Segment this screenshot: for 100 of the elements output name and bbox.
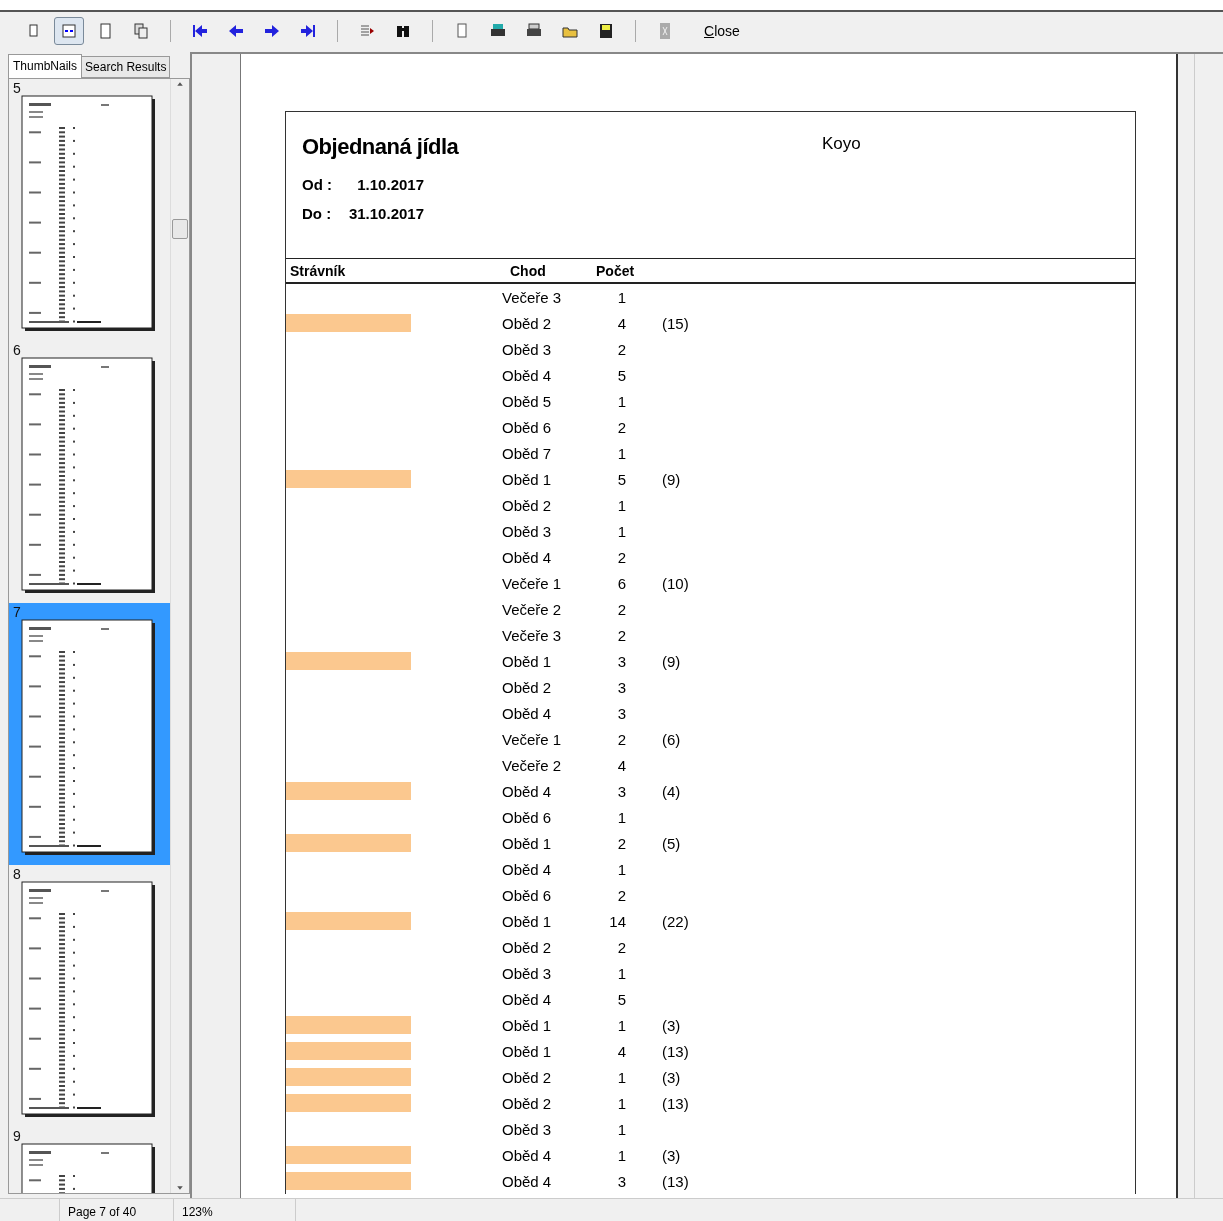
table-cell-text: (13) <box>661 1172 690 1190</box>
table-cell-text: 3 <box>616 652 627 670</box>
table-cell-text: Oběd 4 <box>501 782 553 800</box>
table-cell-text: Oběd 4 <box>501 1146 553 1164</box>
table-cell-text: Oběd 2 <box>501 678 553 696</box>
table-cell-text: 4 <box>616 314 627 332</box>
table-cell-text: 1 <box>616 444 627 462</box>
table-cell-text: (15) <box>661 314 690 332</box>
page-number: 8 <box>13 867 22 881</box>
table-cell-text: 2 <box>616 340 627 358</box>
table-cell-text: 1 <box>616 1120 627 1138</box>
page-thumbnail[interactable] <box>21 95 157 333</box>
table-cell-text: 2 <box>616 886 627 904</box>
table-cell-text: Oběd 4 <box>501 548 553 566</box>
table-cell-text: Oběd 6 <box>501 808 553 826</box>
table-cell-text: Oběd 1 <box>501 912 553 930</box>
table-cell-text: 2 <box>616 938 627 956</box>
table-cell-text: 1 <box>616 496 627 514</box>
table-cell-text: Oběd 2 <box>501 938 553 956</box>
page-thumbnail[interactable] <box>21 357 157 595</box>
thumbnail-item[interactable]: 7 <box>9 603 170 865</box>
table-cell-text: 3 <box>616 782 627 800</box>
table-cell-text: (13) <box>661 1042 690 1060</box>
view-mode-button[interactable] <box>54 17 84 45</box>
table-cell-text: 1 <box>616 288 627 306</box>
table-cell-text: Oběd 1 <box>501 652 553 670</box>
panel-tab[interactable]: Search Results <box>81 56 171 78</box>
table-cell-text: Oběd 4 <box>501 860 553 878</box>
page-number: 9 <box>13 1129 22 1143</box>
panel-tab[interactable]: ThumbNails <box>8 54 83 78</box>
table-cell-text: Oběd 2 <box>501 314 553 332</box>
right-arrow-icon <box>263 22 281 40</box>
table-cell-text: (4) <box>661 782 682 800</box>
report-title: Objednaná jídla <box>302 134 460 160</box>
table-cell-text: (9) <box>661 652 682 670</box>
page-width-icon <box>60 22 78 40</box>
table-cell-text: Oběd 7 <box>501 444 553 462</box>
scrollbar-thumb[interactable] <box>172 219 188 239</box>
table-cell-text: Oběd 4 <box>501 366 553 384</box>
table-cell-text: 3 <box>616 678 627 696</box>
table-cell-text: 5 <box>616 470 627 488</box>
table-cell-text: 1 <box>616 522 627 540</box>
thumbnail-item[interactable]: 5 <box>9 79 170 341</box>
pages-icon <box>132 22 150 40</box>
thumbnail-item[interactable]: 8 <box>9 865 170 1127</box>
table-cell-text: Večeře 3 <box>501 288 563 306</box>
table-cell-text: 1 <box>616 1068 627 1086</box>
table-cell-text: (6) <box>661 730 682 748</box>
zoom-level: 123% <box>174 1199 296 1221</box>
date-label: Do : <box>302 205 333 222</box>
table-cell-text: 1 <box>616 392 627 410</box>
table-cell-text: 2 <box>616 834 627 852</box>
table-cell-text: Večeře 3 <box>501 626 563 644</box>
table-cell-text: (10) <box>661 574 690 592</box>
page-number: 7 <box>13 605 22 619</box>
table-cell-text: Oběd 2 <box>501 1094 553 1112</box>
table-cell-text: Oběd 4 <box>501 704 553 722</box>
column-header: Počet <box>595 262 636 279</box>
table-cell-text: Oběd 3 <box>501 1120 553 1138</box>
table-cell-text: 14 <box>608 912 627 930</box>
table-cell-text: Oběd 5 <box>501 392 553 410</box>
page-indicator: Page 7 of 40 <box>60 1199 174 1221</box>
thumbnail-item[interactable]: 6 <box>9 341 170 603</box>
table-cell-text: 4 <box>616 756 627 774</box>
table-cell-text: 1 <box>616 964 627 982</box>
close-button[interactable]: Close <box>700 21 744 41</box>
column-header: Strávník <box>290 262 347 279</box>
table-cell-text: Oběd 2 <box>501 496 553 514</box>
table-cell-text: 2 <box>616 418 627 436</box>
table-cell-text: (13) <box>661 1094 690 1112</box>
first-page-icon <box>191 22 209 40</box>
table-cell-text: 1 <box>616 1016 627 1034</box>
table-cell-text: 4 <box>616 1042 627 1060</box>
table-cell-text: Večeře 2 <box>501 600 563 618</box>
table-cell-text: 5 <box>616 366 627 384</box>
table-cell-text: Oběd 1 <box>501 1042 553 1060</box>
table-cell-text: Oběd 3 <box>501 522 553 540</box>
table-cell-text: 2 <box>616 730 627 748</box>
thumbnail-item[interactable]: 9 <box>9 1127 170 1193</box>
table-cell-text: 2 <box>616 548 627 566</box>
page-thumbnail[interactable] <box>21 881 157 1119</box>
table-cell-text: 5 <box>616 990 627 1008</box>
date-value: 31.10.2017 <box>348 205 424 222</box>
table-cell-text: Oběd 1 <box>501 1016 553 1034</box>
table-cell-text: (3) <box>661 1016 682 1034</box>
table-cell-text: (3) <box>661 1068 682 1086</box>
page-thumbnail[interactable] <box>21 619 157 857</box>
table-cell-text: Večeře 1 <box>501 730 563 748</box>
last-page-icon <box>299 22 317 40</box>
table-cell-text: 1 <box>616 808 627 826</box>
table-cell-text: 2 <box>616 600 627 618</box>
table-cell-text: 3 <box>616 1172 627 1190</box>
table-cell-text: (22) <box>661 912 690 930</box>
left-arrow-icon <box>227 22 245 40</box>
table-cell-text: 2 <box>616 626 627 644</box>
table-cell-text: (5) <box>661 834 682 852</box>
table-cell-text: 3 <box>616 704 627 722</box>
table-cell-text: 6 <box>616 574 627 592</box>
date-value: 1.10.2017 <box>356 176 424 193</box>
page-number: 5 <box>13 81 22 95</box>
